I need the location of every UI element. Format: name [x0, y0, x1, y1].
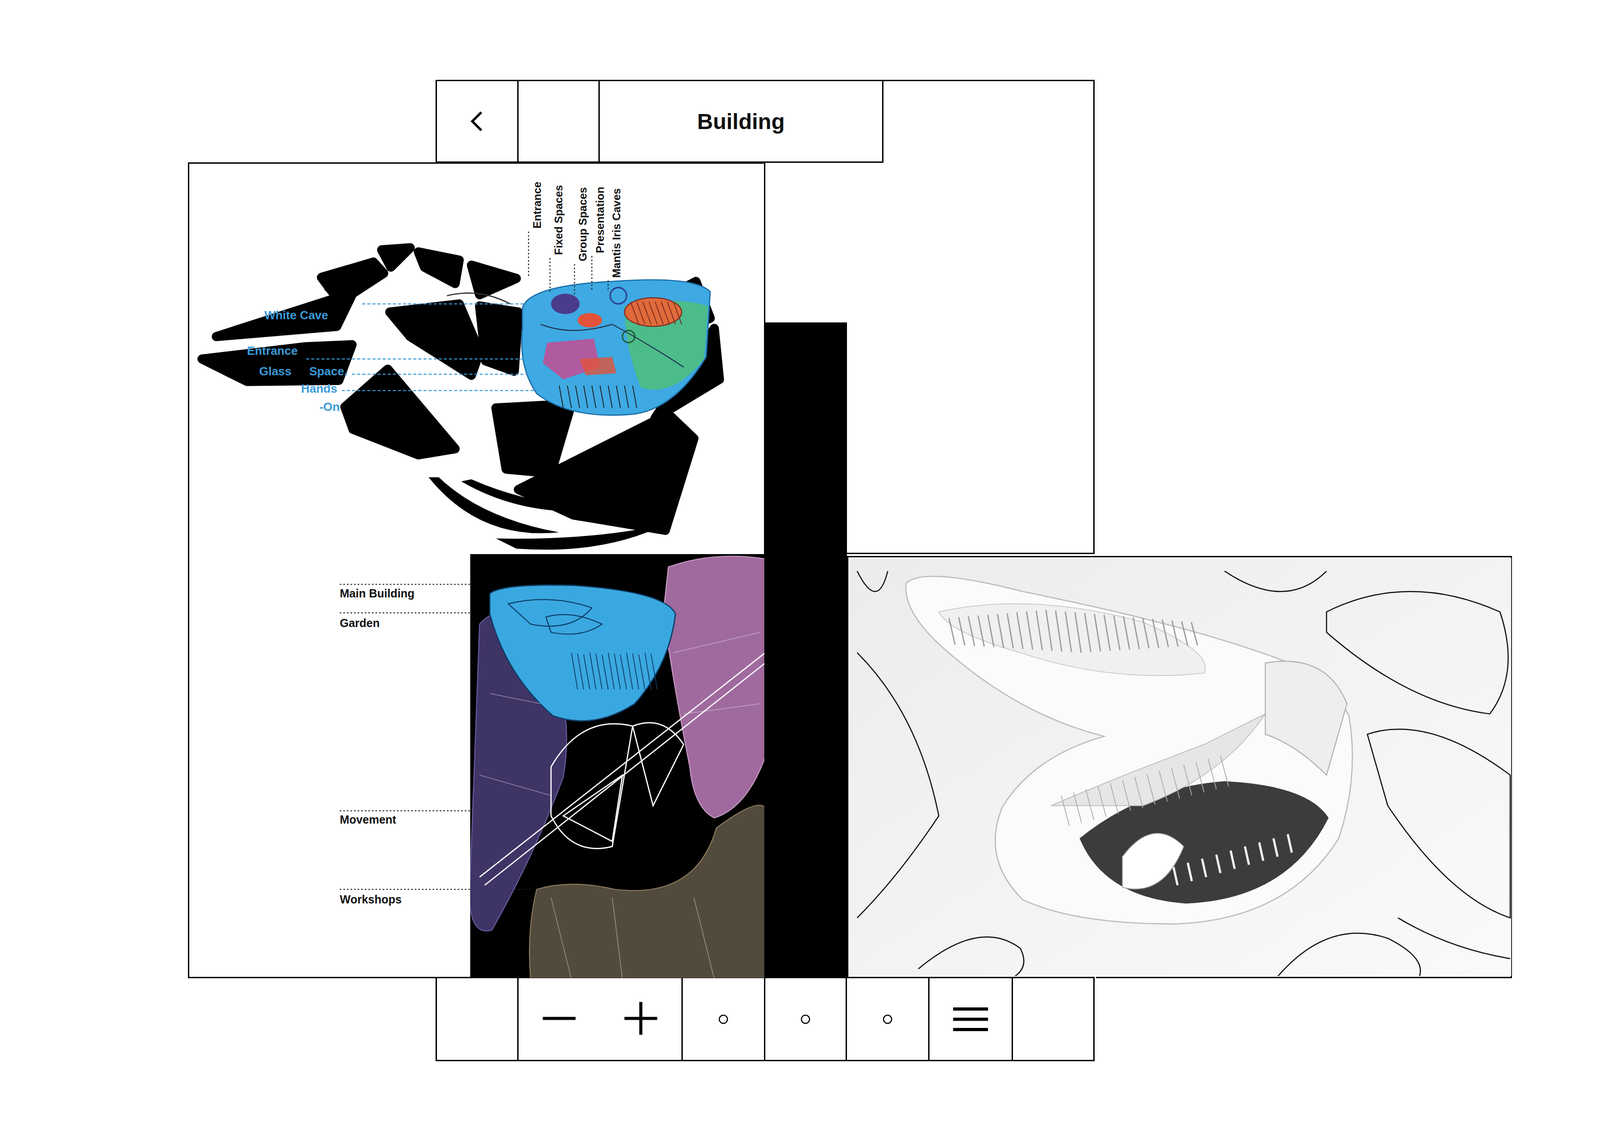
zone-label: Movement — [339, 814, 397, 826]
menu-button[interactable] — [928, 976, 1013, 1062]
space-label: Hands — [301, 382, 338, 395]
program-label: Presentation — [594, 186, 606, 253]
minus-icon — [538, 997, 580, 1039]
title-cell: Building — [598, 79, 884, 163]
zone-label: Garden — [339, 617, 380, 629]
program-label: Mantis Iris Caves — [611, 187, 623, 278]
page-title: Building — [697, 109, 785, 135]
zoom-out-button[interactable] — [538, 997, 580, 1041]
diagram-artwork — [0, 0, 1600, 1131]
circle-icon — [796, 1010, 815, 1029]
zoom-in-button[interactable] — [620, 997, 662, 1041]
chevron-left-icon — [463, 107, 491, 136]
divider-bar — [764, 322, 847, 979]
render-panel — [846, 555, 1512, 979]
zone-label: Main Building — [339, 587, 415, 600]
empty-cell — [1011, 976, 1095, 1062]
back-button[interactable] — [435, 79, 519, 163]
space-label: -On — [319, 400, 340, 413]
space-label: Glass — [259, 365, 292, 378]
zoning-panel — [470, 554, 765, 979]
plus-icon — [620, 997, 662, 1039]
hamburger-icon — [950, 998, 992, 1040]
zone-label: Workshops — [339, 893, 402, 906]
page-dot-button[interactable] — [845, 976, 930, 1062]
bottom-toolbar — [435, 976, 1097, 1062]
program-label: Entrance — [531, 181, 543, 229]
top-bar: Building — [435, 79, 884, 163]
circle-icon — [878, 1010, 897, 1029]
space-label: White Cave — [264, 309, 328, 322]
empty-cell — [517, 79, 600, 163]
space-label: Entrance — [246, 344, 298, 357]
space-label: Space. — [309, 365, 348, 378]
page-dot-button[interactable] — [763, 976, 847, 1062]
program-label: Group Spaces — [577, 187, 589, 262]
empty-cell — [435, 976, 519, 1062]
circle-icon — [714, 1010, 733, 1029]
program-label: Fixed Spaces — [553, 185, 565, 255]
page-dot-button[interactable] — [681, 976, 766, 1062]
zoom-controls — [517, 976, 683, 1062]
